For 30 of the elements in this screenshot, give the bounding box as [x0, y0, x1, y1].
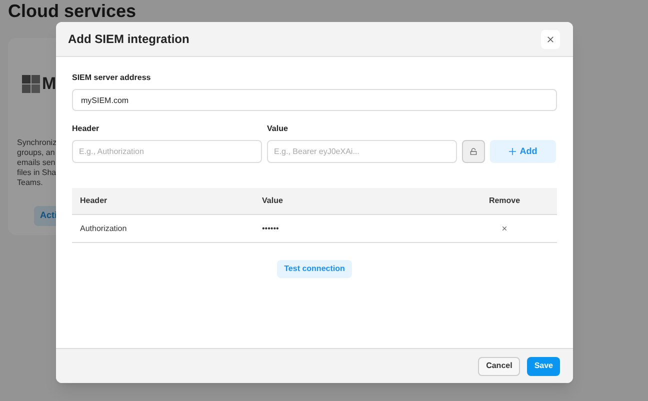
lock-button[interactable] [462, 140, 485, 163]
windows-logo-icon [22, 75, 40, 93]
field-label: Header [72, 123, 100, 135]
table-cell-text: •••••• [262, 222, 280, 234]
description-line: files in Sha [17, 168, 57, 178]
description-line: emails sen [17, 158, 56, 168]
remove-icon[interactable] [502, 226, 507, 231]
add-button[interactable]: Add [490, 140, 556, 163]
field-label: SIEM server address [72, 72, 152, 84]
description-line: groups, an [17, 148, 56, 158]
dialog-title: Add SIEM integration [68, 31, 190, 48]
close-button[interactable] [541, 30, 560, 48]
description-line: Synchroniz [17, 138, 57, 148]
cancel-button[interactable]: Cancel [478, 356, 520, 376]
table-cell-text: Authorization [79, 222, 128, 234]
close-icon [547, 36, 554, 42]
field-label: Value [267, 123, 289, 135]
lock-icon [470, 148, 477, 155]
column-header: Value [262, 195, 284, 207]
description-line: Teams. [17, 178, 44, 188]
plus-icon [508, 148, 516, 155]
header-field[interactable]: E.g., Authorization [72, 140, 262, 163]
test-connection-button[interactable]: Test connection [277, 260, 352, 278]
page-title: Cloud services [8, 2, 136, 20]
column-header: Header [79, 195, 108, 207]
save-button[interactable]: Save [527, 356, 560, 376]
server-address-field[interactable]: mySIEM.com [72, 89, 557, 111]
column-header: Remove [488, 195, 522, 207]
value-field[interactable]: E.g., Bearer eyJ0eXAi... [267, 140, 457, 163]
service-name: M [42, 75, 56, 92]
